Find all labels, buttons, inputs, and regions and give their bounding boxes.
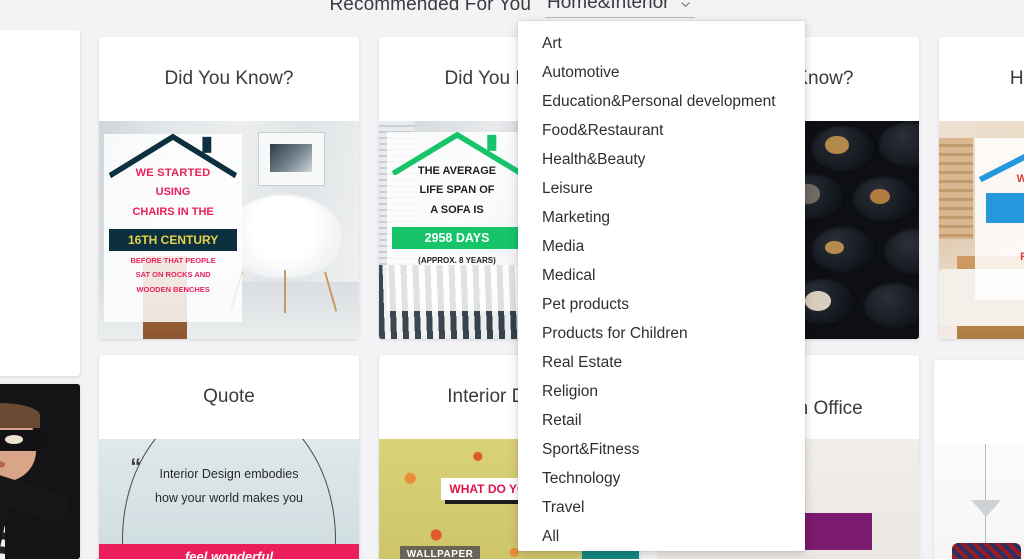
overlay-sub-1: (APPROX. 8 YEARS) <box>418 256 496 266</box>
overlay-line-2: USING <box>155 186 191 199</box>
overlay-sub-1: OF HOME <box>975 232 1024 244</box>
card-grid: Did You Know? WE STARTED USING CHAIRS IN… <box>0 0 1024 559</box>
overlay-highlight: 2958 DAYS <box>392 226 522 249</box>
template-card[interactable]: Did You Know? <box>99 37 359 339</box>
overlay-highlight: 85% <box>985 192 1024 224</box>
overlay-line-1: WE STARTED <box>135 166 211 179</box>
card-thumbnail <box>934 444 1024 559</box>
template-card[interactable]: Home - Decor WOMEN MAKE 85% OF HOME <box>939 37 1024 339</box>
dropdown-option-retail[interactable]: Retail <box>518 406 805 435</box>
card-title-text: Quote <box>203 386 255 407</box>
left-panel-line: too! <box>0 330 64 344</box>
dropdown-option-medical[interactable]: Medical <box>518 261 805 290</box>
dropdown-option-products-for-children[interactable]: Products for Children <box>518 319 805 348</box>
card-title: Quote <box>99 355 359 439</box>
recommended-for-you-page: Did You Know? WE STARTED USING CHAIRS IN… <box>0 0 1024 559</box>
page-title: Recommended For You <box>329 0 532 15</box>
overlay-label-secondary: WALLPAPER <box>399 545 481 559</box>
template-card[interactable]: Quote “ ” Interior Design embodies how y… <box>99 355 359 559</box>
dropdown-option-art[interactable]: Art <box>518 29 805 58</box>
card-title-text: Home - Decor <box>1009 68 1024 89</box>
left-panel-line: ck Up on <box>0 348 64 362</box>
overlay-sub-1: BEFORE THAT PEOPLE <box>130 256 216 266</box>
overlay-line-1: THE AVERAGE <box>417 164 497 177</box>
dropdown-option-leisure[interactable]: Leisure <box>518 174 805 203</box>
left-panel-line: ge includes <box>0 275 64 289</box>
overlay-highlight: feel wonderful <box>184 549 274 559</box>
overlay-line-3: A SOFA IS <box>430 203 484 216</box>
left-panel-title: ourself <box>0 52 64 74</box>
dropdown-option-religion[interactable]: Religion <box>518 377 805 406</box>
dropdown-option-technology[interactable]: Technology <box>518 464 805 493</box>
overlay-line-2: LIFE SPAN OF <box>419 184 495 197</box>
left-panel-line: n Burglars: <box>0 90 64 104</box>
overlay-highlight: 16TH CENTURY <box>109 228 237 251</box>
burglar-photo-card[interactable] <box>0 384 80 559</box>
overlay-line-1: Interior Design embodies <box>159 467 299 482</box>
dropdown-option-media[interactable]: Media <box>518 232 805 261</box>
overlay-sub-2: RENOVATION <box>975 251 1024 263</box>
overlay-line-3: CHAIRS IN THE <box>132 206 214 219</box>
card-title: Home - Decor <box>939 37 1024 121</box>
category-select[interactable]: Home&Interior <box>545 0 695 18</box>
left-panel-line: Post your <box>0 238 64 252</box>
dropdown-option-education[interactable]: Education&Personal development <box>518 87 805 116</box>
card-title <box>934 360 1024 444</box>
dropdown-option-sport[interactable]: Sport&Fitness <box>518 435 805 464</box>
left-panel-line: o Need for <box>0 312 64 326</box>
card-thumbnail: WOMEN MAKE 85% OF HOME RENOVATION DECISI… <box>939 121 1024 339</box>
page-header: Recommended For You Home&Interior <box>0 0 1024 22</box>
overlay-line-2: how your world makes you <box>155 491 303 506</box>
left-panel-line: s <box>0 127 64 141</box>
left-panel-line: ntifiable <box>0 164 64 178</box>
left-panel-line: otify post <box>0 201 64 215</box>
category-dropdown-menu[interactable]: Art Automotive Education&Personal develo… <box>518 21 805 551</box>
dropdown-option-health[interactable]: Health&Beauty <box>518 145 805 174</box>
overlay-sub-2: SAT ON ROCKS AND <box>135 270 211 280</box>
dropdown-option-all[interactable]: All <box>518 522 805 551</box>
dropdown-option-pet-products[interactable]: Pet products <box>518 290 805 319</box>
dropdown-option-food[interactable]: Food&Restaurant <box>518 116 805 145</box>
card-thumbnail: “ ” Interior Design embodies how your wo… <box>99 439 359 559</box>
card-thumbnail: WE STARTED USING CHAIRS IN THE 16TH CENT… <box>99 121 359 339</box>
chevron-down-icon <box>680 0 691 10</box>
overlay-sub-3: WOODEN BENCHES <box>136 284 210 294</box>
dropdown-option-automotive[interactable]: Automotive <box>518 58 805 87</box>
card-title: Did You Know? <box>99 37 359 121</box>
dropdown-option-marketing[interactable]: Marketing <box>518 203 805 232</box>
card-title-text: Did You Know? <box>164 68 294 89</box>
category-select-value: Home&Interior <box>547 0 670 13</box>
left-article-panel[interactable]: ourself n Burglars: s ntifiable otify po… <box>0 30 80 376</box>
template-card[interactable] <box>934 360 1024 559</box>
dropdown-option-travel[interactable]: Travel <box>518 493 805 522</box>
dropdown-option-real-estate[interactable]: Real Estate <box>518 348 805 377</box>
overlay-line-1: WOMEN MAKE <box>1016 173 1024 186</box>
overlay-sub-3: DECISIONS <box>975 269 1024 281</box>
